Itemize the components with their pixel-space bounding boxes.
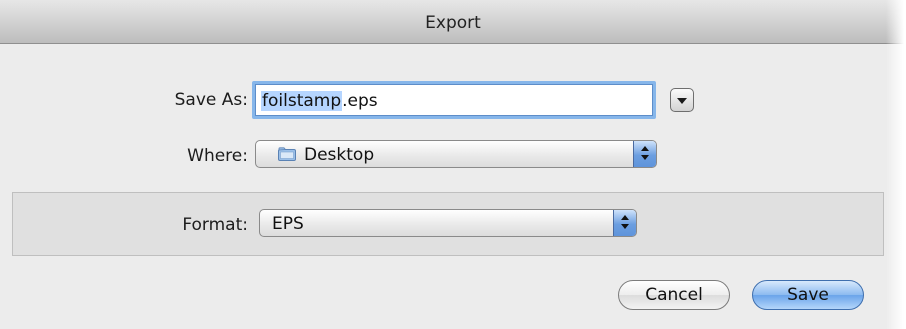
popup-arrows-icon — [613, 210, 636, 236]
chevron-down-icon — [677, 98, 687, 104]
cancel-button[interactable]: Cancel — [618, 280, 730, 310]
save-as-label: Save As: — [174, 90, 248, 110]
dialog-title: Export — [425, 13, 481, 33]
where-label: Where: — [187, 146, 248, 166]
save-as-input[interactable]: foilstamp.eps — [252, 81, 656, 119]
format-label: Format: — [182, 215, 248, 235]
where-popup[interactable]: Desktop — [255, 140, 657, 168]
expand-browser-button[interactable] — [670, 88, 694, 112]
filename-text: foilstamp.eps — [261, 91, 378, 111]
save-button[interactable]: Save — [752, 280, 864, 310]
where-value: Desktop — [304, 145, 375, 165]
popup-arrows-icon — [633, 141, 656, 167]
arrow-down-icon — [641, 155, 649, 160]
format-value: EPS — [272, 214, 304, 234]
export-dialog: Export Save As: foilstamp.eps Where: Des… — [0, 0, 906, 329]
window-edge-fade — [886, 0, 906, 329]
arrow-down-icon — [621, 224, 629, 229]
folder-icon — [278, 147, 296, 161]
arrow-up-icon — [621, 215, 629, 220]
filename-extension: .eps — [342, 91, 378, 111]
arrow-up-icon — [641, 146, 649, 151]
filename-selection: foilstamp — [261, 91, 343, 111]
title-bar[interactable]: Export — [0, 0, 906, 44]
format-popup[interactable]: EPS — [259, 209, 637, 237]
